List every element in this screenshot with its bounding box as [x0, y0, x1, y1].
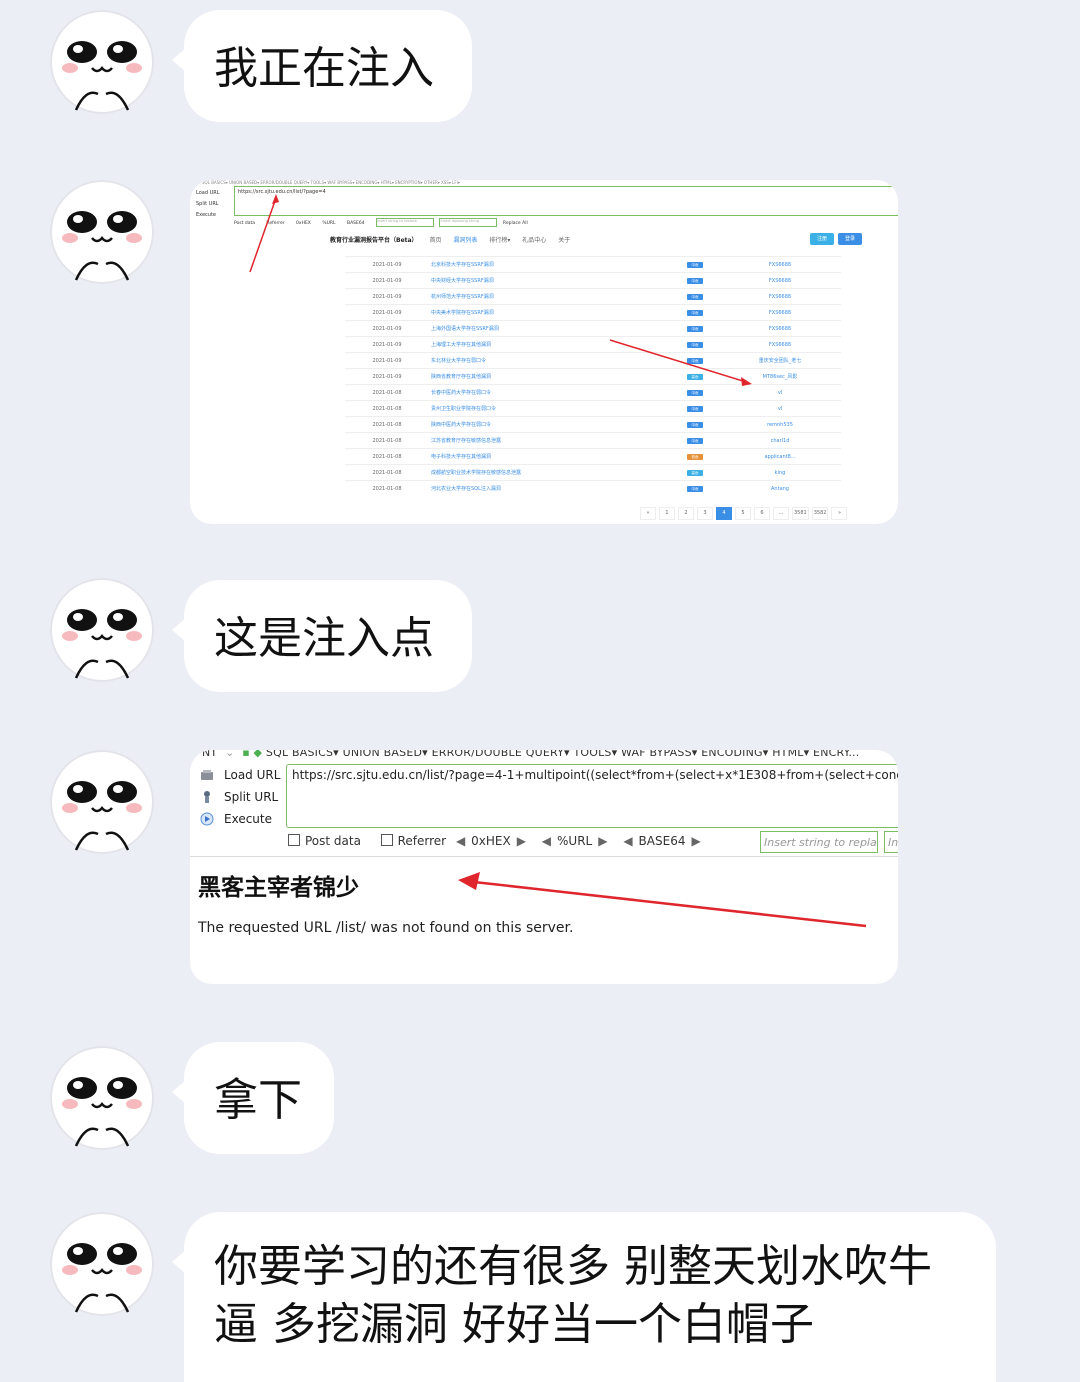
cartoon-face-icon — [62, 211, 142, 281]
message-text: 这是注入点 — [214, 613, 434, 664]
annotation-arrows — [458, 872, 867, 928]
message-bubble[interactable]: 你要学习的还有很多 别整天划水吹牛逼 多挖漏洞 好好当一个白帽子 — [172, 1212, 996, 1382]
cartoon-face-icon — [62, 1243, 142, 1313]
message-text: 拿下 — [214, 1075, 302, 1126]
cartoon-face-icon — [62, 781, 142, 851]
red-arrow-head — [741, 377, 752, 386]
screenshot-image[interactable]: NT ⌄ ▪ ◆ SQL BASICS▾ UNION BASED▾ ERROR/… — [190, 750, 898, 984]
avatar[interactable] — [50, 750, 154, 854]
avatar[interactable] — [50, 1046, 154, 1150]
message-bubble[interactable]: 我正在注入 — [172, 10, 472, 122]
red-arrow — [609, 339, 747, 383]
message-text: 我正在注入 — [214, 43, 434, 94]
message-text: 你要学习的还有很多 别整天划水吹牛逼 多挖漏洞 好好当一个白帽子 — [214, 1241, 932, 1350]
red-arrow — [249, 197, 277, 273]
avatar[interactable] — [50, 578, 154, 682]
cartoon-face-icon — [62, 1077, 142, 1147]
red-arrow — [473, 880, 867, 928]
avatar[interactable] — [50, 10, 154, 114]
red-arrow-head — [458, 872, 480, 890]
message-bubble[interactable]: 这是注入点 — [172, 580, 472, 692]
cartoon-face-icon — [62, 609, 142, 679]
annotation-arrows — [249, 194, 752, 386]
cartoon-face-icon — [62, 41, 142, 111]
screenshot-image[interactable]: SQL BASICS▾ UNION BASED▾ ERROR/DOUBLE QU… — [190, 180, 898, 524]
avatar[interactable] — [50, 180, 154, 284]
red-arrow-head — [272, 194, 279, 204]
avatar[interactable] — [50, 1212, 154, 1316]
message-bubble[interactable]: 拿下 — [172, 1042, 334, 1154]
